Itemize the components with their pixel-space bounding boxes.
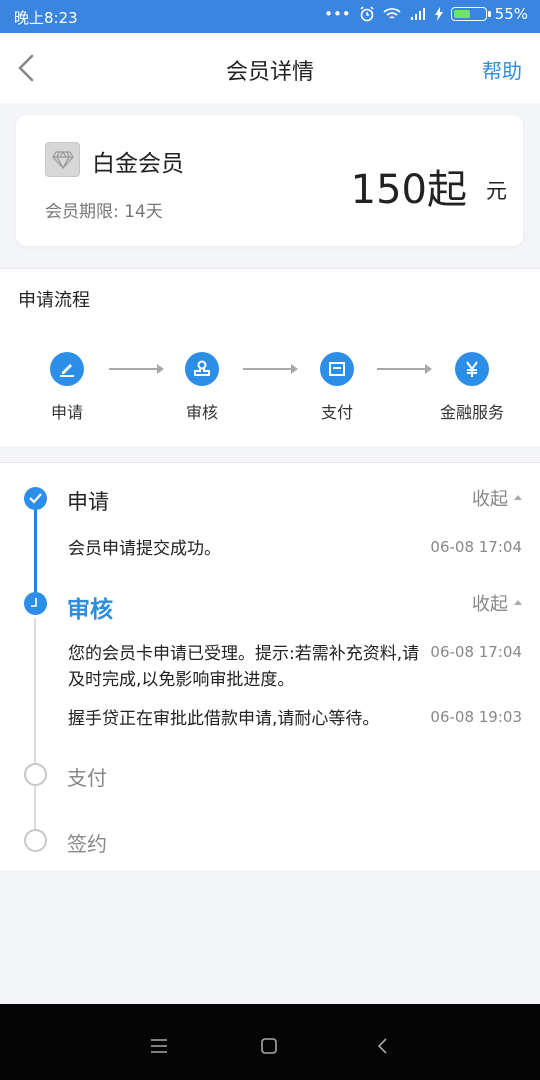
flow-step-label: 金融服务 [439,403,504,422]
signal-icon [410,8,425,20]
timeline-entry-time: 06-08 17:04 [430,643,522,661]
check-icon [24,487,47,510]
flow-title: 申请流程 [18,290,90,311]
system-nav-bar [0,1004,540,1080]
timeline-title-review: 审核 [67,597,113,623]
timeline-line-done [34,498,37,604]
yen-icon [455,352,489,386]
timeline-title-sign: 签约 [67,832,107,856]
flow-step-apply: 申请 [22,352,112,423]
status-time: 晚上8:23 [14,9,78,27]
timeline-title-pay: 支付 [67,766,107,790]
battery-icon [450,7,491,21]
timeline-line-pending [34,618,36,840]
caret-up-icon [514,599,522,605]
collapse-toggle[interactable]: 收起 [472,485,522,511]
flow-step-label: 申请 [50,403,83,422]
pen-icon [50,352,84,386]
home-icon[interactable] [260,1038,278,1054]
collapse-toggle[interactable]: 收起 [472,590,522,616]
clock-icon [24,592,47,615]
price-unit: 元 [486,179,507,203]
flow-step-finance: 金融服务 [427,352,517,423]
help-button[interactable]: 帮助 [482,55,522,84]
timeline-title-apply: 申请 [67,490,109,514]
collapse-label: 收起 [472,489,508,510]
battery-fill [453,10,471,18]
pending-circle-icon [24,829,47,852]
status-icons: ••• 55% [324,5,528,23]
page-title: 会员详情 [225,60,314,85]
diamond-icon [45,142,80,177]
flow-arrow [109,364,164,374]
collapse-label: 收起 [472,594,508,615]
timeline-entry: 会员申请提交成功。 [68,539,221,559]
back-nav-icon[interactable] [374,1038,392,1054]
timeline-entry: 握手贷正在审批此借款申请,请耐心等待。 [68,709,380,729]
timeline-entry: 您的会员卡申请已受理。提示:若需补充资料,请及时完成,以免影响审批进度。 [68,644,420,690]
wallet-icon [320,352,354,386]
flow-step-label: 支付 [320,403,353,422]
flow-step-label: 审核 [185,403,218,422]
membership-price: 150起 [350,167,467,213]
flow-step-review: 审核 [157,352,247,423]
flow-step-pay: 支付 [292,352,382,423]
application-flow: 申请流程 申请 审核 支付 金融服务 [0,268,540,446]
more-dots-icon: ••• [324,5,351,23]
battery-percent: 55% [494,5,528,23]
timeline-entry-time: 06-08 17:04 [430,538,522,556]
pending-circle-icon [24,763,47,786]
membership-level: 白金会员 [92,151,184,177]
membership-period: 会员期限: 14天 [45,202,163,222]
membership-card: 白金会员 会员期限: 14天 150起 元 [16,115,523,246]
charging-icon [434,7,443,21]
status-bar: 晚上8:23 ••• 55% [0,0,540,33]
flow-arrow [377,364,432,374]
stamp-icon [185,352,219,386]
nav-bar: 会员详情 帮助 [0,33,540,103]
flow-arrow [243,364,298,374]
menu-icon[interactable] [150,1038,168,1054]
timeline-entry-time: 06-08 19:03 [430,708,522,726]
wifi-icon [383,8,401,19]
progress-timeline: 申请 收起 会员申请提交成功。 06-08 17:04 审核 收起 您的会员卡申… [0,462,540,870]
caret-up-icon [514,494,522,500]
alarm-icon [360,6,374,22]
